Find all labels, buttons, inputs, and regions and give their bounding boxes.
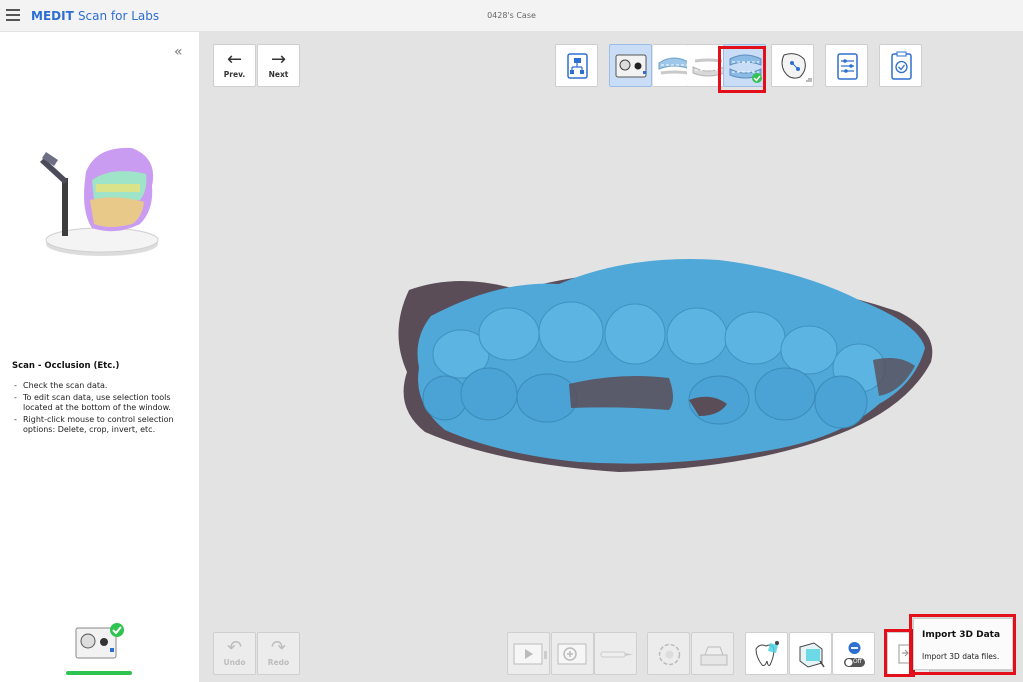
scanner-tray-icon <box>700 646 728 666</box>
brush-button[interactable] <box>594 632 637 675</box>
complete-icon <box>891 51 912 80</box>
toggle-label: Off <box>853 658 862 665</box>
undo-label: Undo <box>223 658 246 667</box>
rotate-icon <box>658 643 681 666</box>
scan-strategy-button[interactable] <box>771 44 814 87</box>
play-icon <box>513 643 547 665</box>
undo-button[interactable]: ↶ Undo <box>213 632 256 675</box>
box-selection-button[interactable] <box>789 632 832 675</box>
redo-icon: ↷ <box>270 637 287 658</box>
next-button[interactable]: → Next <box>257 44 300 87</box>
scanner-tray-button[interactable] <box>691 632 734 675</box>
scanner-stage-button[interactable] <box>609 44 652 87</box>
box-selection-icon <box>799 642 825 668</box>
rotate-button[interactable] <box>647 632 690 675</box>
dental-scan-model[interactable] <box>199 32 1023 682</box>
stage-progress-bar <box>66 671 132 675</box>
sidebar: « Scan - Occlusion (Etc.) Check the scan… <box>0 32 199 682</box>
settings-icon <box>837 53 858 80</box>
add-scan-button[interactable] <box>551 632 594 675</box>
workflow-button[interactable] <box>555 44 598 87</box>
add-scan-icon <box>557 643 587 665</box>
scanner-illustration <box>40 147 159 256</box>
redo-button[interactable]: ↷ Redo <box>257 632 300 675</box>
brush-icon <box>600 651 633 658</box>
scan-strategy-icon <box>781 53 812 82</box>
arrow-left-icon: ← <box>226 49 243 70</box>
tooltip-highlight <box>909 614 1016 675</box>
case-title: 0428's Case <box>487 11 536 20</box>
play-button[interactable] <box>507 632 550 675</box>
instruction-item: To edit scan data, use selection tools l… <box>14 393 179 414</box>
step-title: Scan - Occlusion (Etc.) <box>12 361 120 371</box>
collapse-sidebar-icon[interactable]: « <box>174 44 183 60</box>
instruction-list: Check the scan data. To edit scan data, … <box>14 381 179 437</box>
instruction-item: Right-click mouse to control selection o… <box>14 415 179 436</box>
scanner-stage-status-icon <box>75 623 124 659</box>
next-label: Next <box>268 70 289 79</box>
undo-icon: ↶ <box>226 637 243 658</box>
occlusion-highlight <box>718 46 766 93</box>
scanner-stage-icon <box>615 54 647 78</box>
arrow-right-icon: → <box>270 49 287 70</box>
instruction-item: Check the scan data. <box>14 381 179 392</box>
prev-button[interactable]: ← Prev. <box>213 44 256 87</box>
redo-label: Redo <box>267 658 290 667</box>
tooth-selection-button[interactable] <box>745 632 788 675</box>
prev-label: Prev. <box>223 70 246 79</box>
complete-button[interactable] <box>879 44 922 87</box>
tooth-selection-icon <box>755 641 779 666</box>
settings-button[interactable] <box>825 44 868 87</box>
toggle-button[interactable]: Off <box>832 632 875 675</box>
title-bar: MEDIT Scan for Labs 0428's Case <box>0 0 1023 32</box>
3d-viewport[interactable]: ← Prev. → Next ↶ Undo ↷ Redo Off <box>199 32 1023 682</box>
workflow-icon <box>567 53 588 79</box>
toggle-off-icon <box>844 642 865 667</box>
